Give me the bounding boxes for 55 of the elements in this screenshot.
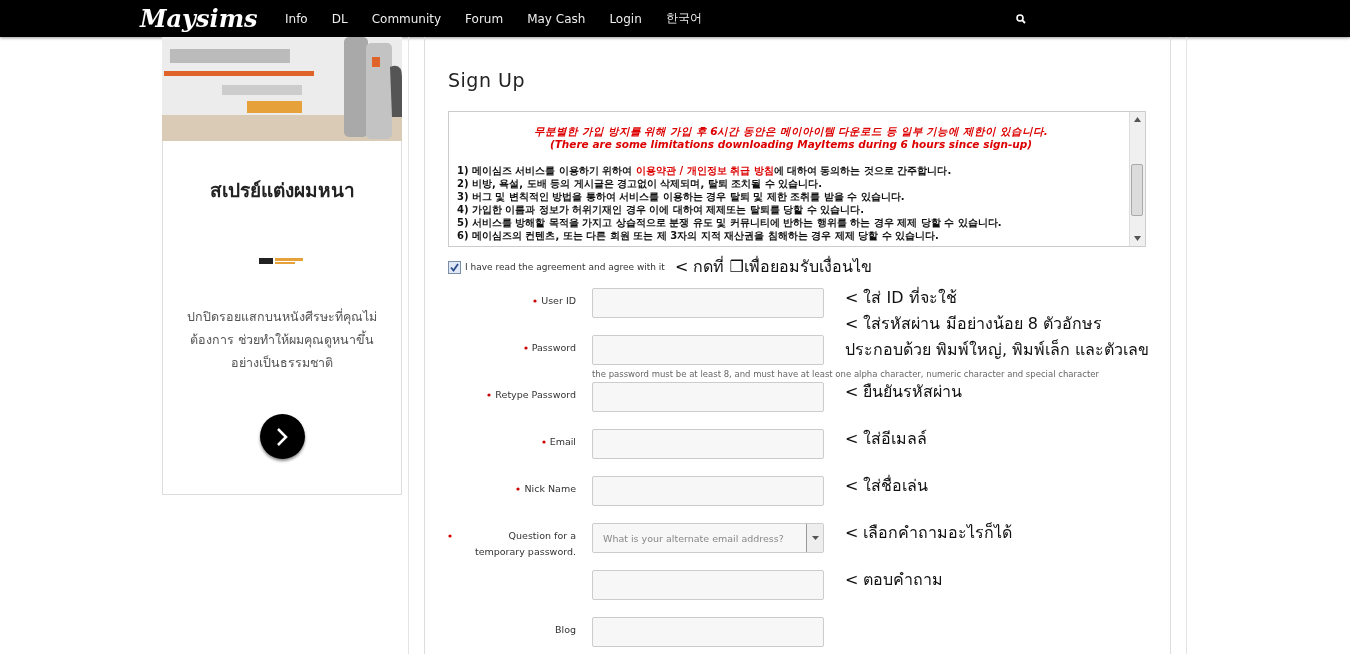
annotation-text: < ยืนยันรหัสผ่าน (845, 381, 964, 403)
field-label: Password (531, 341, 576, 355)
scroll-down-icon[interactable] (1134, 236, 1141, 241)
field-label: Retype Password (495, 388, 576, 402)
notice-text: 무분별한 가입 방지를 위해 가입 후 6시간 동안은 메이아이템 다운로드 등 일부 기능에 제한이 있습니다. (533, 125, 1049, 138)
input-field[interactable] (592, 288, 824, 318)
annotation-text: < เลือกคำถามอะไรก็ได้ (845, 521, 1014, 544)
agreement-rule: 2) 비방, 욕설, 도배 등의 게시글은 경고없이 삭제되며, 탈퇴 조치될 수 있습니다. (457, 177, 824, 190)
nav-link[interactable]: Community (371, 11, 442, 26)
input-field[interactable] (592, 476, 824, 506)
nav-link[interactable]: DL (331, 11, 348, 26)
field-label: Blog (555, 623, 576, 637)
brand-logo-icon (259, 257, 305, 265)
input-field[interactable] (592, 335, 824, 365)
input-field[interactable] (592, 570, 824, 600)
agreement-rule: 5) 서비스를 방해할 목적을 가지고 상습적으로 분쟁 유도 및 커뮤니티에 반하는 행위를 하는 경우 제제 당할 수 있습니다. (457, 216, 1003, 229)
scrollbar[interactable] (1129, 112, 1145, 246)
nav-link[interactable]: May Cash (527, 11, 586, 26)
annotation-text: < ใส่อีเมลล์ (845, 428, 929, 450)
password-hint: the password must be at least 8, and must have at least one alpha character, numeric character and special character (592, 369, 1099, 380)
ad-description: ปกปิดรอยแสกบนหนังศีรษะที่คุณไม่ต้องการ ช่วยทำให้ผมคุณดูหนาขึ้นอย่างเป็นธรรมชาติ (186, 307, 378, 372)
field-label: User ID (541, 294, 576, 308)
annotation-text: < ใส่รหัสผ่าน มีอย่างน้อย 8 ตัวอักษร (845, 313, 1103, 335)
annotation-text: < ตอบคำถาม (845, 569, 945, 591)
agreement-rule: 6) 메이심즈의 컨텐츠, 또는 다른 회원 또는 제 3자의 지적 재산권을 침해하는 경우 제제 당할 수 있습니다. (457, 229, 940, 242)
annotation-text: ประกอบด้วย พิมพ์ใหญ่, พิมพ์เล็ก และตัวเลข (845, 338, 1151, 361)
field-label: Question for a temporary password. (473, 529, 576, 559)
ad-heading: สเปรย์แต่งผมหนา (209, 178, 355, 203)
agree-label: I have read the agreement and agree with it (465, 262, 665, 272)
input-field[interactable] (592, 382, 824, 412)
site-logo[interactable]: Maysims (140, 4, 285, 33)
page-title: Sign Up (448, 69, 526, 93)
agreement-rule: 1) 메이심즈 서비스를 이용하기 위하여 이용약관 / 개인정보 취급 방침에 대하여 동의하는 것으로 간주합니다. (457, 164, 953, 177)
policy-link[interactable]: 이용약관 / 개인정보 취급 방침 (635, 165, 774, 176)
nav-link[interactable]: Info (285, 11, 308, 26)
annotation-text: < ใส่ชื่อเล่น (845, 474, 930, 497)
chevron-right-icon (276, 426, 288, 447)
agreement-rule: 3) 버그 및 변칙적인 방법을 통하여 서비스를 이용하는 경우 탈퇴 및 제한 조취를 받을 수 있습니다. (457, 190, 906, 203)
question-select[interactable]: What is your alternate email address? (592, 523, 824, 553)
search-icon[interactable] (1015, 13, 1026, 24)
nav-link[interactable]: 한국어 (665, 10, 702, 27)
annotation-text: < กดที่ ❒เพื่อยอมรับเงื่อนไข (674, 255, 872, 278)
agreement-rule: 4) 가입한 이름과 정보가 허위기재인 경우 이에 대하여 제제또는 탈퇴를 당할 수 있습니다. (457, 203, 866, 216)
input-field[interactable] (592, 617, 824, 647)
nav-link[interactable]: Login (609, 11, 642, 26)
dropdown-caret-icon (811, 536, 819, 540)
input-field[interactable] (592, 429, 824, 459)
notice-text: (There are some limitations downloading MayItems during 6 hours since sign-up) (548, 138, 1034, 151)
annotation-text: < ใส่ ID ที่จะใช้ (845, 286, 958, 309)
next-button[interactable] (259, 414, 305, 459)
field-label: Nick Name (524, 482, 576, 496)
agree-checkbox[interactable] (448, 260, 461, 274)
scroll-up-icon[interactable] (1134, 117, 1141, 122)
nav-link[interactable]: Forum (465, 11, 504, 26)
field-label: Email (549, 435, 576, 449)
